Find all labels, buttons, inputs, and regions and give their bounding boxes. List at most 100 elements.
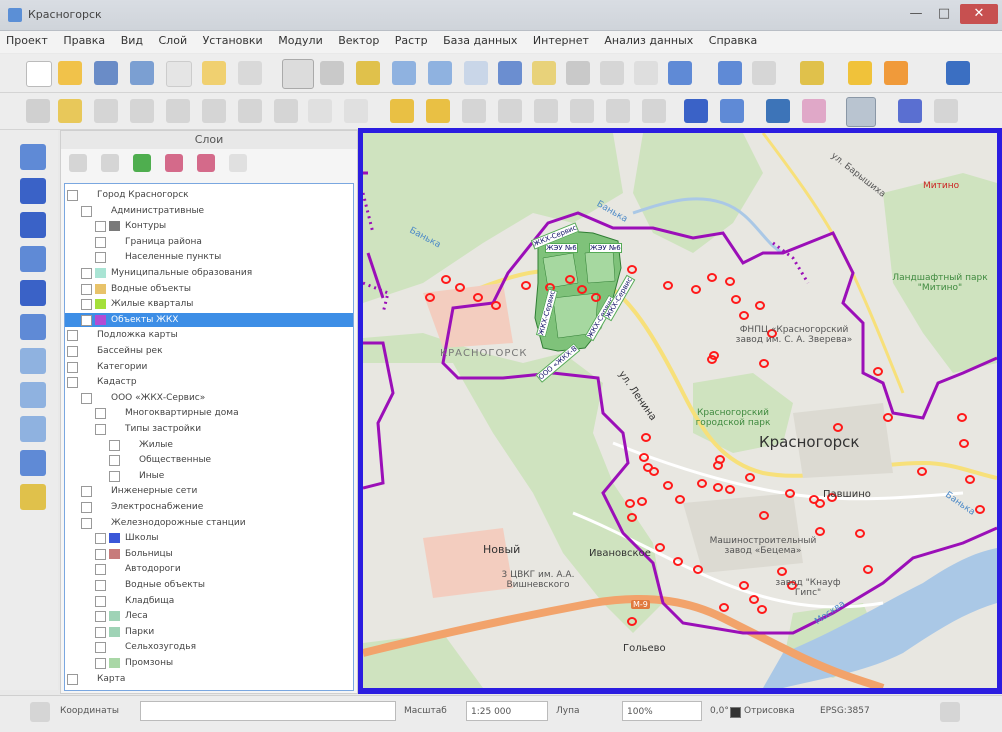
- layer-visibility-checkbox[interactable]: [109, 455, 120, 467]
- layer-visibility-checkbox[interactable]: [81, 283, 92, 295]
- zhkh-marker[interactable]: [745, 473, 755, 482]
- layer-visibility-checkbox[interactable]: [95, 221, 106, 233]
- expand-all-icon[interactable]: [165, 154, 183, 172]
- add-wfs-icon[interactable]: [20, 416, 46, 442]
- layer-tree-item[interactable]: Инженерные сети: [65, 484, 353, 498]
- zhkh-marker[interactable]: [883, 413, 893, 422]
- current-edits-icon[interactable]: [26, 99, 50, 123]
- zhkh-marker[interactable]: [719, 603, 729, 612]
- topology-icon[interactable]: [720, 99, 744, 123]
- layer-visibility-checkbox[interactable]: [109, 439, 120, 451]
- layer-tree-item[interactable]: Школы: [65, 531, 353, 545]
- layer-tree-item[interactable]: Многоквартирные дома: [65, 406, 353, 420]
- layer-tree-item[interactable]: Железнодорожные станции: [65, 516, 353, 530]
- zoom-layer-icon[interactable]: [498, 61, 522, 85]
- print-layout-icon[interactable]: [166, 61, 192, 87]
- zhkh-marker[interactable]: [473, 293, 483, 302]
- toggle-editing-icon[interactable]: [58, 99, 82, 123]
- zhkh-marker[interactable]: [833, 423, 843, 432]
- layer-tree-item[interactable]: Город Красногорск: [65, 188, 353, 202]
- layer-visibility-checkbox[interactable]: [95, 408, 106, 420]
- layer-visibility-checkbox[interactable]: [81, 392, 92, 404]
- layer-tree-item[interactable]: Карта: [65, 672, 353, 686]
- rotate-label-icon[interactable]: [534, 99, 558, 123]
- new-shapefile-icon[interactable]: [20, 484, 46, 510]
- zhkh-marker[interactable]: [785, 489, 795, 498]
- zhkh-marker[interactable]: [627, 617, 637, 626]
- add-group-icon[interactable]: [101, 154, 119, 172]
- python-console-icon[interactable]: [766, 99, 790, 123]
- collapse-all-icon[interactable]: [197, 154, 215, 172]
- layer-tree-item[interactable]: Подложка карты: [65, 328, 353, 342]
- style-manager-icon[interactable]: [238, 61, 262, 85]
- add-oracle-icon[interactable]: [20, 314, 46, 340]
- layer-visibility-checkbox[interactable]: [67, 377, 78, 389]
- layer-tree-item[interactable]: Больницы: [65, 547, 353, 561]
- menu-plugins[interactable]: Модули: [272, 31, 329, 50]
- layer-visibility-checkbox[interactable]: [81, 314, 92, 326]
- layer-tree-item[interactable]: Кладбища: [65, 594, 353, 608]
- layer-visibility-checkbox[interactable]: [67, 330, 78, 342]
- zhkh-marker[interactable]: [725, 277, 735, 286]
- add-mssql-icon[interactable]: [20, 280, 46, 306]
- attribute-table-icon[interactable]: [884, 61, 908, 85]
- layer-visibility-checkbox[interactable]: [81, 517, 92, 529]
- zhkh-marker[interactable]: [591, 293, 601, 302]
- zhkh-marker[interactable]: [673, 557, 683, 566]
- grid-plugin-icon[interactable]: [846, 97, 876, 127]
- add-delimited-text-icon[interactable]: [20, 450, 46, 476]
- add-wcs-icon[interactable]: [20, 382, 46, 408]
- menu-raster[interactable]: Растр: [389, 31, 434, 50]
- new-project-icon[interactable]: [26, 61, 52, 87]
- menu-view[interactable]: Вид: [115, 31, 149, 50]
- scale-field[interactable]: 1:25 000: [466, 701, 548, 721]
- add-feature-icon[interactable]: [130, 99, 154, 123]
- zhkh-marker[interactable]: [713, 483, 723, 492]
- diagram-tool-icon[interactable]: [606, 99, 630, 123]
- zhkh-marker[interactable]: [959, 439, 969, 448]
- add-wms-icon[interactable]: [20, 348, 46, 374]
- layer-visibility-checkbox[interactable]: [67, 361, 78, 373]
- paste-features-icon[interactable]: [344, 99, 368, 123]
- layer-tree-item[interactable]: Объекты ЖКХ: [65, 312, 353, 327]
- layer-tree-item[interactable]: Общественные: [65, 453, 353, 467]
- zhkh-marker[interactable]: [565, 275, 575, 284]
- messages-icon[interactable]: [30, 702, 50, 722]
- add-raster-layer-icon[interactable]: [20, 178, 46, 204]
- layer-tree-item[interactable]: Категории: [65, 360, 353, 374]
- zhkh-marker[interactable]: [425, 293, 435, 302]
- pan-icon[interactable]: [282, 59, 314, 89]
- map-canvas[interactable]: Красногорск КРАСНОГОРСК Митино ул. Барыш…: [363, 133, 997, 688]
- zoom-full-icon[interactable]: [464, 61, 488, 85]
- zoom-next-icon[interactable]: [600, 61, 624, 85]
- layer-tree[interactable]: Город Красногорск Административные Контуры…: [64, 183, 354, 691]
- zhkh-marker[interactable]: [777, 567, 787, 576]
- zhkh-marker[interactable]: [491, 301, 501, 310]
- zhkh-marker[interactable]: [759, 359, 769, 368]
- new-map-view-icon[interactable]: [634, 61, 658, 85]
- layer-tree-item[interactable]: Административные: [65, 204, 353, 218]
- zhkh-marker[interactable]: [627, 265, 637, 274]
- delete-selected-icon[interactable]: [238, 99, 262, 123]
- layer-visibility-checkbox[interactable]: [67, 673, 78, 685]
- zhkh-marker[interactable]: [455, 283, 465, 292]
- zhkh-marker[interactable]: [731, 295, 741, 304]
- zoom-rubberband-icon[interactable]: [428, 61, 452, 85]
- zhkh-marker[interactable]: [815, 527, 825, 536]
- layer-tree-item[interactable]: Иные: [65, 469, 353, 483]
- save-edits-icon[interactable]: [94, 99, 118, 123]
- layer-tree-item[interactable]: Электроснабжение: [65, 500, 353, 514]
- zoom-last-icon[interactable]: [566, 61, 590, 85]
- open-layer-styling-icon[interactable]: [69, 154, 87, 172]
- openlayers-icon[interactable]: [898, 99, 922, 123]
- layer-tree-item[interactable]: Жилые: [65, 438, 353, 452]
- layer-visibility-checkbox[interactable]: [81, 486, 92, 498]
- layer-visibility-checkbox[interactable]: [81, 502, 92, 513]
- crs-label[interactable]: EPSG:3857: [820, 706, 870, 716]
- layer-visibility-checkbox[interactable]: [95, 424, 106, 435]
- zhkh-marker[interactable]: [739, 311, 749, 320]
- layout-manager-icon[interactable]: [202, 61, 226, 85]
- zhkh-marker[interactable]: [521, 281, 531, 290]
- copy-features-icon[interactable]: [308, 99, 332, 123]
- zhkh-marker[interactable]: [863, 565, 873, 574]
